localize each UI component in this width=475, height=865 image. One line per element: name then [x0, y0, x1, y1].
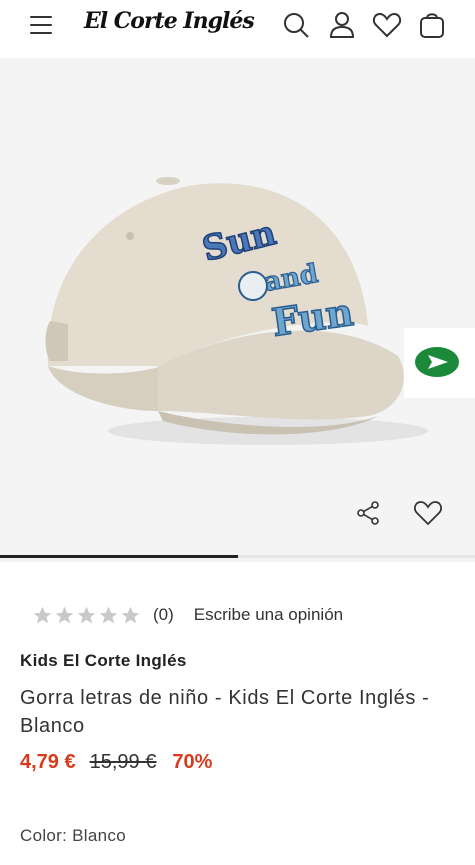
rating-count: (0): [153, 605, 174, 624]
user-icon[interactable]: [327, 10, 357, 40]
logo[interactable]: El Corte Inglés: [84, 8, 255, 34]
heart-icon[interactable]: [372, 10, 402, 40]
product-brand[interactable]: Kids El Corte Inglés: [20, 651, 187, 671]
gallery-progress-fill: [0, 555, 238, 558]
current-price: 4,79 €: [20, 751, 76, 773]
arrow-icon: [415, 347, 459, 377]
gallery-progress: [0, 555, 475, 558]
bag-icon[interactable]: [417, 10, 447, 40]
star-icon: [99, 606, 118, 623]
price-row: 4,79 € 15,99 € 70%: [20, 751, 212, 774]
floating-action-button[interactable]: [404, 328, 475, 398]
menu-line: [30, 32, 52, 34]
write-review-link[interactable]: Escribe una opinión: [194, 605, 343, 625]
menu-line: [30, 24, 52, 26]
top-bar: El Corte Inglés: [0, 0, 475, 56]
selected-color: Color: Blanco: [20, 826, 126, 845]
star-icon: [33, 606, 52, 623]
menu-line: [30, 16, 52, 18]
product-image-gallery[interactable]: Sun and Fun: [0, 58, 475, 562]
rating-stars[interactable]: [32, 605, 141, 626]
rating-row: (0) Escribe una opinión: [32, 602, 343, 628]
discount-badge: 70%: [172, 751, 213, 773]
menu-icon[interactable]: [30, 14, 52, 36]
product-image: Sun and Fun: [45, 177, 428, 445]
share-icon[interactable]: [353, 498, 383, 528]
star-icon: [77, 606, 96, 623]
favorite-icon[interactable]: [413, 498, 443, 528]
original-price: 15,99 €: [89, 751, 157, 773]
product-title: Gorra letras de niño - Kids El Corte Ing…: [20, 687, 430, 737]
star-icon: [121, 606, 140, 623]
star-icon: [55, 606, 74, 623]
search-icon[interactable]: [281, 10, 311, 40]
